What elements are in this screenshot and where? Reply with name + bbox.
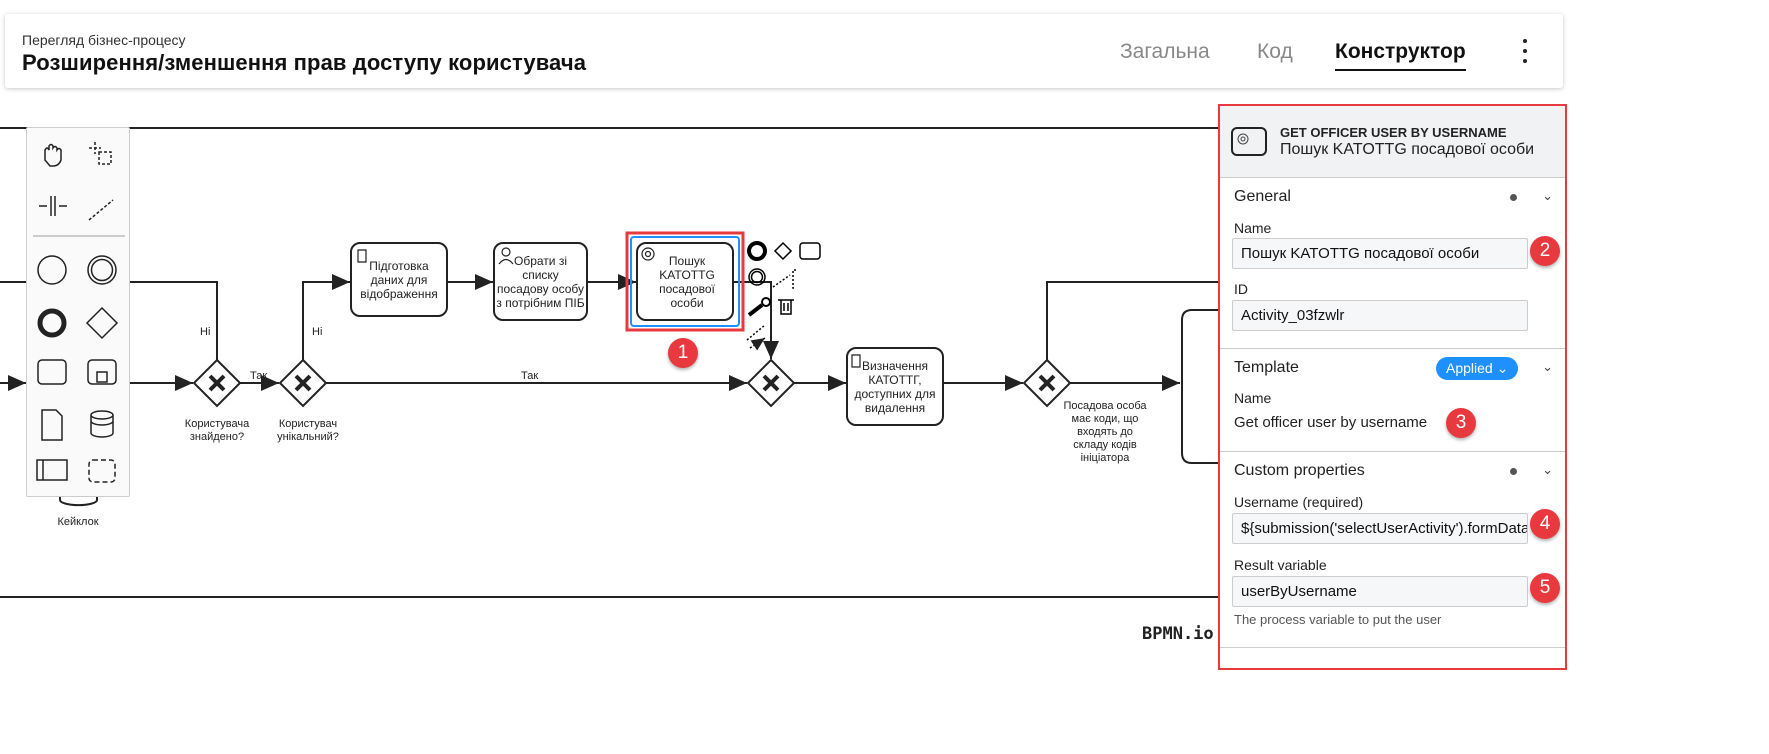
connect-icon (746, 325, 765, 348)
annotation-badge: 3 (1446, 408, 1476, 438)
datastore-label: Кейклок (57, 516, 99, 528)
chevron-down-icon[interactable]: ⌄ (1542, 188, 1553, 204)
service-task-icon (1231, 127, 1267, 156)
gateway-label: Користувача знайдено? (184, 418, 250, 443)
applied-label: Applied (1446, 360, 1493, 376)
flow (302, 274, 350, 360)
flow-label: Так (521, 370, 539, 382)
chevron-down-icon[interactable]: ⌄ (1542, 359, 1553, 375)
name-label: Name (1234, 220, 1272, 236)
task-icon (799, 242, 821, 260)
general-section: General ⌄ Name Пошук KATOTTG посадової о… (1220, 178, 1565, 349)
annotation-badge: 5 (1530, 573, 1560, 603)
connect-tool-icon (88, 199, 114, 221)
task-partial (1181, 309, 1220, 464)
group-icon (88, 459, 116, 483)
flow (1046, 281, 1220, 360)
data-store-icon (90, 410, 114, 438)
element-name: Пошук KATOTTG посадової особи (1280, 141, 1535, 158)
task-label[interactable]: Обрати зі списку посадову особу з потріб… (496, 245, 585, 318)
flow-label: Ні (200, 326, 211, 338)
tab-constructor[interactable]: Конструктор (1335, 40, 1466, 71)
result-variable-hint: The process variable to put the user (1234, 612, 1442, 627)
flow-label: Ні (312, 326, 323, 338)
gateway-label: Користувач унікальний? (277, 418, 339, 443)
annotation-badge: 4 (1530, 509, 1560, 539)
tool-palette (26, 127, 130, 497)
bpmn-canvas[interactable] (0, 0, 1220, 754)
general-section-header[interactable]: General (1234, 188, 1291, 206)
custom-section-header[interactable]: Custom properties (1234, 462, 1365, 480)
space-tool-icon (39, 196, 67, 216)
task-label[interactable]: Підготовка даних для відображення (353, 247, 445, 313)
gateway-label: Посадова особа має коди, що входять до с… (1063, 400, 1147, 464)
trash-icon (778, 299, 794, 315)
task-label[interactable]: Визначення КАТОТТГ, доступних для видале… (849, 350, 941, 423)
tab-code[interactable]: Код (1257, 40, 1293, 64)
data-object-icon (41, 409, 63, 441)
panel-header: GET OFFICER USER BY USERNAME Пошук KATOT… (1220, 106, 1565, 178)
annotation-badge: 1 (668, 338, 698, 368)
chevron-down-icon[interactable]: ⌄ (1542, 462, 1553, 478)
template-section-header[interactable]: Template (1234, 359, 1299, 377)
task-icon (37, 359, 67, 385)
end-event-icon (37, 308, 67, 338)
flow-label: Так (250, 370, 268, 382)
wrench-icon (747, 303, 764, 317)
bpmn-io-watermark[interactable]: BPMN.io (1142, 624, 1214, 644)
annotation-icon (772, 269, 796, 289)
lasso-tool-icon (89, 142, 112, 165)
username-label: Username (required) (1234, 494, 1364, 510)
annotation-badge: 2 (1530, 236, 1560, 266)
custom-properties-section: Custom properties ⌄ Username (required) … (1220, 452, 1565, 648)
task-label-selected[interactable]: Пошук KATOTTG посадової особи (650, 245, 724, 318)
gateway-icon (85, 306, 119, 340)
result-variable-input[interactable]: userByUsername (1232, 576, 1528, 607)
template-name-label: Name (1234, 390, 1272, 406)
pool-icon (36, 459, 68, 481)
username-input[interactable]: ${submission('selectUserActivity').formD… (1232, 513, 1528, 544)
element-type: GET OFFICER USER BY USERNAME (1280, 125, 1507, 140)
gateway-icon (773, 241, 793, 261)
name-input[interactable]: Пошук KATOTTG посадової особи (1232, 238, 1528, 269)
template-name-value: Get officer user by username (1234, 414, 1428, 431)
id-label: ID (1234, 281, 1248, 297)
context-pad (746, 241, 821, 348)
start-event-icon (37, 255, 67, 285)
id-input[interactable]: Activity_03fzwlr (1232, 300, 1528, 331)
template-section: Template Applied ⌄ ⌄ Name Get officer us… (1220, 349, 1565, 452)
kebab-icon[interactable] (1517, 36, 1533, 66)
end-event-icon (747, 241, 767, 261)
result-variable-label: Result variable (1234, 557, 1327, 573)
properties-panel: GET OFFICER USER BY USERNAME Пошук KATOT… (1218, 104, 1567, 670)
applied-badge[interactable]: Applied ⌄ (1436, 357, 1519, 380)
hand-tool-icon (44, 143, 62, 167)
